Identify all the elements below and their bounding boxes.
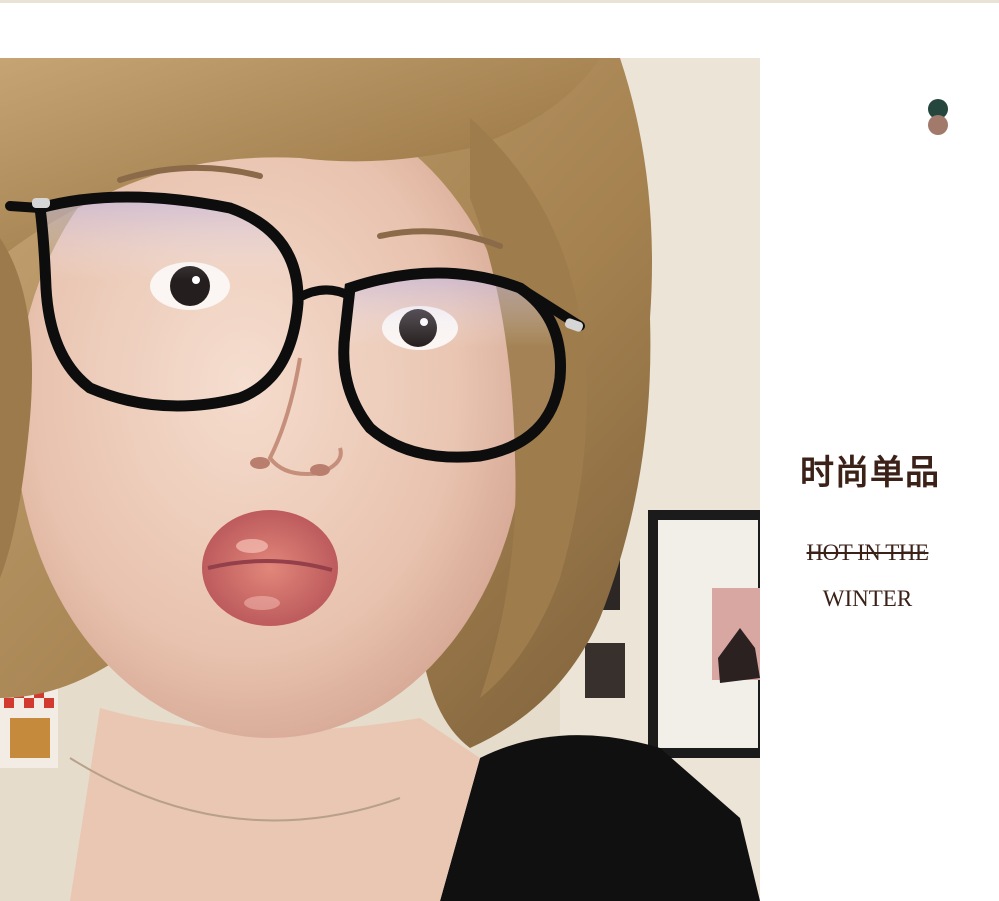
banner-subtitle-line1: HOT IN THE bbox=[806, 540, 929, 565]
color-swatch-dots bbox=[926, 99, 950, 137]
color-dot-brown bbox=[928, 115, 948, 135]
top-divider bbox=[0, 0, 999, 3]
banner-subtitle-line2: WINTER bbox=[822, 586, 913, 611]
banner-title: 时尚单品 bbox=[800, 453, 940, 493]
product-photo bbox=[0, 58, 760, 901]
